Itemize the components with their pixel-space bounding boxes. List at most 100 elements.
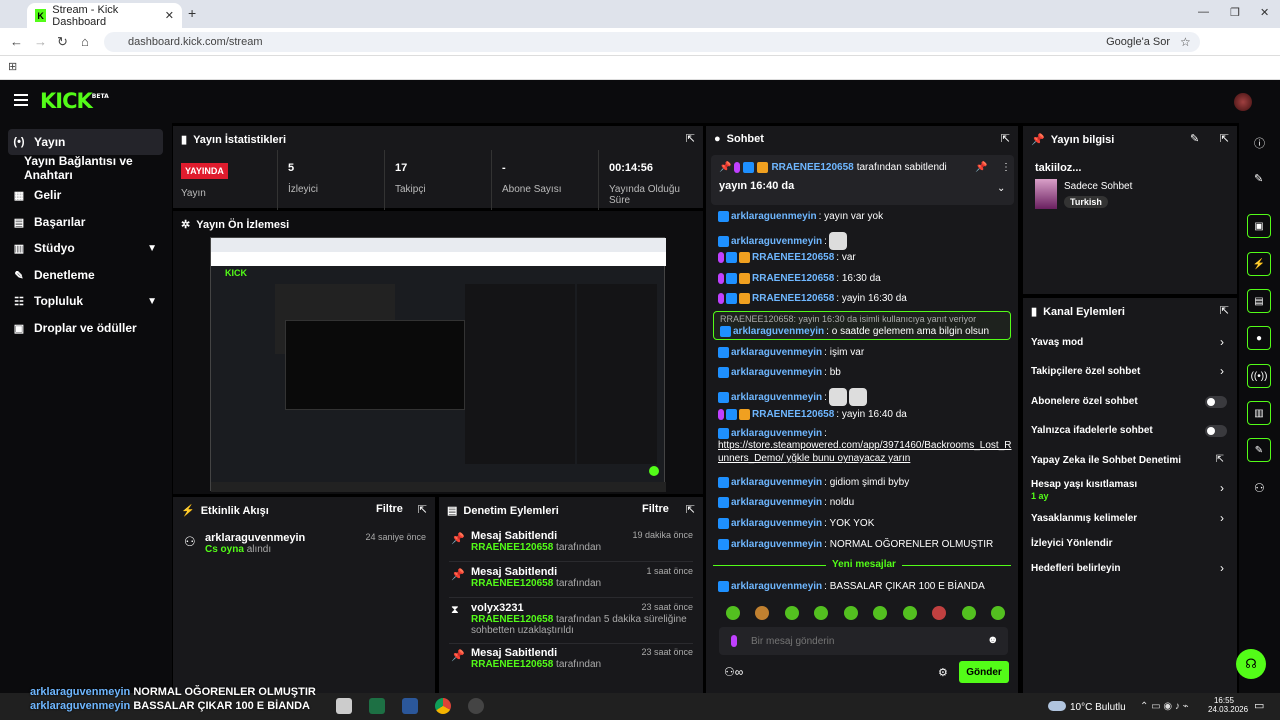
url-input[interactable]: dashboard.kick.com/stream (104, 32, 1200, 52)
kick-logo[interactable]: KICKBETA (40, 89, 109, 113)
word-icon[interactable] (402, 698, 418, 714)
popout-icon[interactable]: ⇱ (686, 503, 695, 516)
bookmark-star-icon[interactable]: ☆ (1180, 35, 1191, 49)
external-link-icon[interactable]: ⇱ (1216, 454, 1224, 465)
chrome-icon[interactable] (435, 698, 451, 714)
chevron-right-icon[interactable]: › (1220, 481, 1224, 495)
pin-icon: 📌 (451, 569, 465, 581)
popout-icon[interactable]: ⇱ (1220, 304, 1229, 317)
rail-button-list[interactable]: ▤ (1247, 289, 1271, 313)
toggle-switch[interactable] (1205, 425, 1227, 437)
home-icon[interactable]: ⌂ (81, 34, 89, 49)
google-ask-button[interactable]: Google'a Sor (1106, 36, 1170, 48)
sidebar-item-denetleme[interactable]: ✎ Denetleme (8, 262, 163, 288)
settings-gear-icon[interactable]: ⚙ (938, 666, 948, 679)
clock[interactable]: 16:55 24.03.2026 (1208, 696, 1248, 714)
reply-message[interactable]: RRAENEE120658: yayin 16:30 da isimli kul… (713, 311, 1011, 340)
new-tab-icon[interactable]: + (188, 5, 196, 21)
minimize-icon[interactable]: — (1198, 6, 1209, 18)
edit-icon[interactable]: ✎ (1190, 132, 1199, 145)
close-window-icon[interactable]: ✕ (1260, 6, 1269, 19)
sidebar-item-yayin[interactable]: (•) Yayın (8, 129, 163, 155)
rail-button-lightning[interactable]: ⚡ (1247, 252, 1271, 276)
channel-action-item[interactable]: İzleyici Yönlendir (1031, 538, 1113, 549)
stream-preview-video[interactable]: KICK (210, 237, 666, 492)
support-icon[interactable]: ☊ (1236, 649, 1266, 679)
emote-icon[interactable] (932, 606, 947, 620)
points-icon[interactable]: ⚇∞ (724, 665, 743, 679)
menu-icon[interactable] (14, 94, 28, 106)
chevron-right-icon[interactable]: › (1220, 335, 1224, 349)
channel-action-item[interactable]: Yapay Zeka ile Sohbet Denetimi (1031, 455, 1181, 466)
back-icon[interactable]: ← (10, 34, 23, 49)
emoji-icon[interactable]: ☻ (987, 634, 999, 646)
users-icon[interactable]: ⚇ (1254, 481, 1265, 495)
notification-icon[interactable]: ▭ (1254, 699, 1264, 712)
sub-badge-icon (743, 162, 755, 173)
unpin-icon[interactable]: 📌 (975, 162, 987, 173)
pinned-message[interactable]: 📌 RRAENEE120658 tarafından sabitlendi ya… (711, 155, 1014, 205)
modlog-filter-button[interactable]: Filtre (642, 503, 669, 515)
sidebar-item-basarilar[interactable]: ▤ Başarılar (8, 209, 163, 235)
popout-icon[interactable]: ⇱ (418, 503, 427, 516)
emote-icon[interactable] (814, 606, 829, 620)
reload-icon[interactable]: ↻ (57, 34, 68, 50)
tray-icons[interactable]: ⌃ ▭ ◉ ♪ ⌁ (1140, 701, 1189, 712)
send-button[interactable]: Gönder (959, 661, 1009, 683)
chat-input[interactable] (751, 633, 971, 649)
chevron-right-icon[interactable]: › (1220, 364, 1224, 378)
info-icon[interactable]: ⓘ (1254, 135, 1265, 151)
channel-action-item[interactable]: Takipçilere özel sohbet (1031, 366, 1140, 377)
chevron-right-icon[interactable]: › (1220, 511, 1224, 525)
maximize-icon[interactable]: ❐ (1230, 6, 1240, 19)
mic-icon[interactable] (731, 635, 737, 647)
chat-input-box[interactable]: ☻ (719, 627, 1008, 655)
forward-icon[interactable]: → (34, 34, 47, 49)
more-icon[interactable]: ⋮ (1001, 162, 1011, 173)
pencil-icon[interactable]: ✎ (1254, 172, 1263, 185)
channel-action-item[interactable]: Hesap yaşı kısıtlaması 1 ay (1031, 479, 1137, 501)
browser-tab[interactable]: K Stream - Kick Dashboard ✕ (27, 3, 182, 28)
emote-icon[interactable] (784, 606, 799, 620)
close-tab-icon[interactable]: ✕ (165, 9, 174, 22)
rail-button-wrench[interactable]: ✎ (1247, 438, 1271, 462)
channel-action-item[interactable]: Abonelere özel sohbet (1031, 396, 1138, 407)
emote-icon[interactable] (873, 606, 888, 620)
rail-button-broadcast[interactable]: ((•)) (1247, 364, 1271, 388)
emote-icon[interactable] (843, 606, 858, 620)
toggle-switch[interactable] (1205, 396, 1227, 408)
stats-panel: ▮ Yayın İstatistikleri ⇱ YAYINDA Yayın 5 … (173, 126, 703, 210)
obs-icon[interactable] (468, 698, 484, 714)
sidebar-item-droplar[interactable]: ▣ Droplar ve ödüller (8, 315, 163, 341)
sidebar-item-stream-key[interactable]: Yayın Bağlantısı ve Anahtarı (8, 154, 163, 182)
channel-action-item[interactable]: Hedefleri belirleyin (1031, 563, 1120, 574)
live-badge: YAYINDA (181, 163, 228, 179)
popout-icon[interactable]: ⇱ (1220, 132, 1229, 145)
emote-icon[interactable] (991, 606, 1006, 620)
emote-icon[interactable] (961, 606, 976, 620)
sub-badge-icon (718, 518, 729, 529)
chevron-right-icon[interactable]: › (1220, 561, 1224, 575)
activity-filter-button[interactable]: Filtre (376, 503, 403, 515)
sidebar-item-gelir[interactable]: ▦ Gelir (8, 182, 163, 208)
popout-icon[interactable]: ⇱ (686, 132, 695, 145)
rail-button-preview[interactable]: ▣ (1247, 214, 1271, 238)
rail-button-log[interactable]: ▥ (1247, 401, 1271, 425)
apps-grid-icon[interactable]: ⊞ (8, 60, 17, 73)
channel-action-item[interactable]: Yalnızca ifadelerle sohbet (1031, 425, 1153, 436)
sidebar-item-studyo[interactable]: ▥ Stüdyo ▼ (8, 235, 163, 261)
chat-message: RRAENEE120658: yayin 16:30 da (718, 293, 907, 304)
chevron-down-icon[interactable]: ⌄ (997, 183, 1005, 194)
user-avatar[interactable] (1234, 93, 1252, 111)
rail-button-chat[interactable]: ● (1247, 326, 1271, 350)
emote-icon[interactable] (902, 606, 917, 620)
channel-action-item[interactable]: Yavaş mod (1031, 337, 1083, 348)
channel-action-item[interactable]: Yasaklanmış kelimeler (1031, 513, 1137, 524)
emote-icon[interactable] (755, 606, 770, 620)
popout-icon[interactable]: ⇱ (1001, 132, 1010, 145)
weather-label: Bulutlu (1095, 702, 1126, 713)
excel-icon[interactable] (369, 698, 385, 714)
emote-icon[interactable] (725, 606, 740, 620)
sidebar-item-topluluk[interactable]: ☷ Topluluk ▼ (8, 288, 163, 314)
app-icon[interactable] (336, 698, 352, 714)
